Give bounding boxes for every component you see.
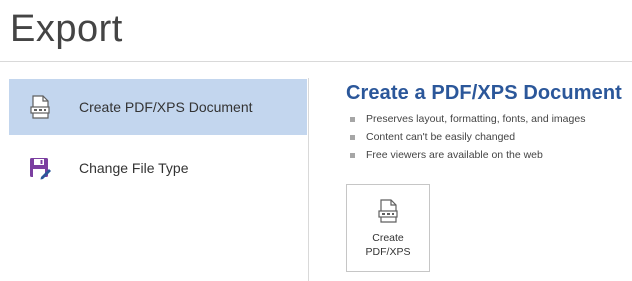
- bullet-icon: [350, 152, 355, 158]
- list-item-text: Content can't be easily changed: [366, 131, 516, 143]
- page-title: Export: [10, 8, 123, 50]
- bullet-icon: [350, 116, 355, 122]
- button-label-line: PDF/XPS: [365, 246, 411, 258]
- section-title: Create a PDF/XPS Document: [346, 82, 622, 104]
- list-item: Free viewers are available on the web: [346, 146, 632, 164]
- nav-item-create-pdf-xps[interactable]: Create PDF/XPS Document: [9, 79, 307, 135]
- nav-item-change-file-type[interactable]: Change File Type: [9, 140, 307, 196]
- export-nav: Create PDF/XPS Document Change File Type: [9, 78, 309, 281]
- feature-list: Preserves layout, formatting, fonts, and…: [346, 110, 632, 164]
- list-item-text: Preserves layout, formatting, fonts, and…: [366, 113, 586, 125]
- create-pdf-xps-button-label: Create PDF/XPS: [366, 231, 411, 259]
- create-pdf-xps-button[interactable]: Create PDF/XPS: [346, 184, 430, 272]
- nav-item-label: Change File Type: [79, 160, 189, 176]
- pdf-document-icon: [28, 95, 52, 119]
- list-item-text: Free viewers are available on the web: [366, 149, 543, 161]
- bullet-icon: [350, 134, 355, 140]
- list-item: Content can't be easily changed: [346, 128, 632, 146]
- list-item: Preserves layout, formatting, fonts, and…: [346, 110, 632, 128]
- button-label-line: Create: [372, 232, 404, 244]
- pdf-document-icon: [377, 199, 399, 223]
- divider: [0, 61, 632, 62]
- nav-item-label: Create PDF/XPS Document: [79, 99, 253, 115]
- export-details: Create a PDF/XPS Document Preserves layo…: [346, 82, 632, 272]
- save-as-icon: [28, 156, 52, 180]
